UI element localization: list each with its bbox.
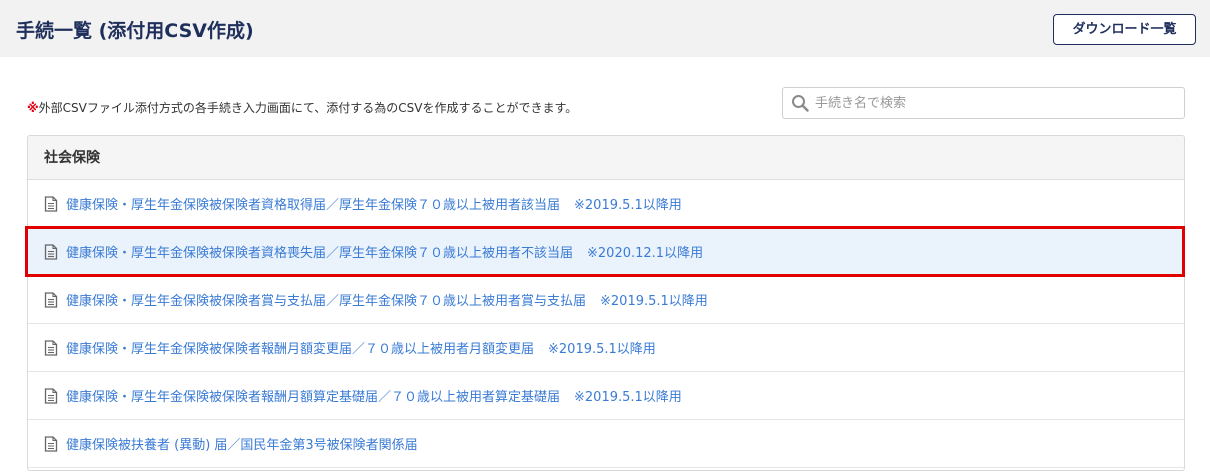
procedure-link[interactable]: 健康保険・厚生年金保険被保険者資格取得届／厚生年金保険７０歳以上被用者該当届: [66, 194, 560, 213]
section-title: 社会保険: [28, 136, 1184, 180]
procedure-link[interactable]: 健康保険・厚生年金保険被保険者賞与支払届／厚生年金保険７０歳以上被用者賞与支払届: [66, 290, 586, 309]
procedure-list-panel: 社会保険 健康保険・厚生年金保険被保険者資格取得届／厚生年金保険７０歳以上被用者…: [27, 135, 1185, 471]
document-icon: [44, 339, 58, 356]
procedure-list: 健康保険・厚生年金保険被保険者資格取得届／厚生年金保険７０歳以上被用者該当届 ※2…: [28, 180, 1184, 468]
procedure-row[interactable]: 健康保険・厚生年金保険被保険者資格取得届／厚生年金保険７０歳以上被用者該当届 ※2…: [28, 180, 1184, 228]
procedure-version-note: ※2020.12.1以降用: [587, 246, 704, 261]
procedure-link[interactable]: 健康保険・厚生年金保険被保険者報酬月額算定基礎届／７０歳以上被用者算定基礎届: [66, 386, 560, 405]
procedure-link[interactable]: 健康保険被扶養者 (異動) 届／国民年金第3号被保険者関係届: [66, 434, 418, 453]
procedure-row[interactable]: 健康保険・厚生年金保険被保険者賞与支払届／厚生年金保険７０歳以上被用者賞与支払届…: [28, 276, 1184, 324]
page-header: 手続一覧 (添付用CSV作成) ダウンロード一覧: [0, 0, 1210, 57]
procedure-version-note: ※2019.5.1以降用: [548, 342, 656, 357]
procedure-version-note: ※2019.5.1以降用: [574, 390, 682, 405]
search-box[interactable]: [782, 87, 1185, 119]
procedure-row[interactable]: 健康保険・厚生年金保険被保険者報酬月額算定基礎届／７０歳以上被用者算定基礎届 ※2…: [28, 372, 1184, 420]
document-icon: [44, 435, 58, 452]
document-icon: [44, 291, 58, 308]
download-list-button[interactable]: ダウンロード一覧: [1053, 14, 1196, 45]
procedure-link[interactable]: 健康保険・厚生年金保険被保険者報酬月額変更届／７０歳以上被用者月額変更届: [66, 338, 534, 357]
notice-message: 外部CSVファイル添付方式の各手続き入力画面にて、添付する為のCSVを作成するこ…: [38, 101, 578, 115]
page-title: 手続一覧 (添付用CSV作成): [16, 20, 254, 42]
procedure-link[interactable]: 健康保険・厚生年金保険被保険者資格喪失届／厚生年金保険７０歳以上被用者不該当届: [66, 242, 573, 261]
document-icon: [44, 387, 58, 404]
search-icon: [792, 95, 809, 112]
notice-mark: ※: [27, 101, 39, 115]
procedure-row[interactable]: 健康保険・厚生年金保険被保険者報酬月額変更届／７０歳以上被用者月額変更届 ※201…: [28, 324, 1184, 372]
document-icon: [44, 243, 58, 260]
document-icon: [44, 195, 58, 212]
notice-text: ※外部CSVファイル添付方式の各手続き入力画面にて、添付する為のCSVを作成する…: [27, 99, 577, 116]
search-input[interactable]: [815, 91, 1175, 115]
procedure-row[interactable]: 健康保険被扶養者 (異動) 届／国民年金第3号被保険者関係届: [28, 420, 1184, 468]
procedure-row[interactable]: 健康保険・厚生年金保険被保険者資格喪失届／厚生年金保険７０歳以上被用者不該当届 ※…: [28, 228, 1184, 276]
procedure-version-note: ※2019.5.1以降用: [574, 198, 682, 213]
procedure-version-note: ※2019.5.1以降用: [600, 294, 708, 309]
